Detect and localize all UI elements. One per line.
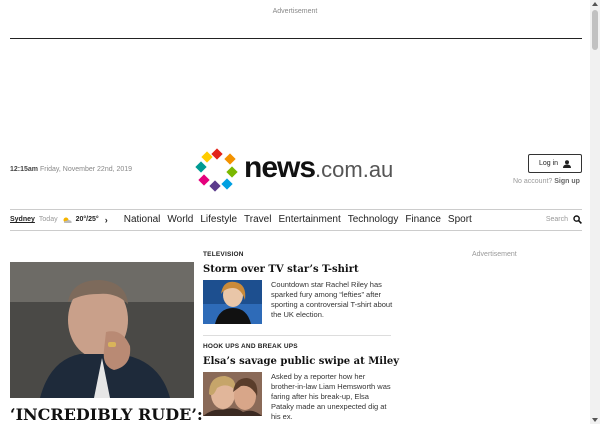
story-title[interactable]: Storm over TV star’s T-shirt: [203, 264, 393, 275]
story-card[interactable]: TELEVISION Storm over TV star’s T-shirt …: [203, 251, 393, 324]
nav-item-finance[interactable]: Finance: [405, 214, 441, 225]
weather-widget[interactable]: Sydney Today 20°/25° ›: [10, 215, 108, 225]
story-kicker[interactable]: HOOK UPS AND BREAK UPS: [203, 343, 393, 350]
side-ad-label: Advertisement: [472, 251, 517, 258]
logo-dots-icon: [195, 148, 238, 192]
current-date: Friday, November 22nd, 2019: [39, 166, 133, 173]
main-nav: Sydney Today 20°/25° › National World Li…: [10, 209, 582, 230]
chevron-right-icon[interactable]: ›: [105, 215, 108, 225]
story-blurb: Countdown star Rachel Riley has sparked …: [271, 280, 393, 319]
ad-divider: [10, 38, 582, 39]
top-ad-label: Advertisement: [272, 8, 318, 15]
signup-link[interactable]: Sign up: [554, 178, 580, 185]
nav-item-national[interactable]: National: [124, 214, 161, 225]
search-icon[interactable]: [573, 215, 582, 224]
current-time: 12:15am: [10, 166, 39, 173]
nav-item-entertainment[interactable]: Entertainment: [278, 214, 340, 225]
nav-item-technology[interactable]: Technology: [348, 214, 399, 225]
weather-city[interactable]: Sydney: [10, 216, 35, 223]
nav-item-travel[interactable]: Travel: [244, 214, 271, 225]
story-photo: [203, 280, 262, 324]
datetime: 12:15am Friday, November 22nd, 2019: [10, 166, 132, 173]
signup-prompt: No account? Sign up: [513, 178, 580, 185]
search-label[interactable]: Search: [546, 216, 568, 223]
no-account-text: No account?: [513, 178, 553, 185]
logo-wordmark: news.com.au: [244, 151, 394, 184]
weather-today: Today: [38, 216, 58, 223]
story-blurb: Asked by a reporter how her brother-in-l…: [271, 372, 391, 421]
story-divider: [203, 335, 391, 336]
nav-item-lifestyle[interactable]: Lifestyle: [200, 214, 237, 225]
story-photo: [203, 372, 262, 416]
scrollbar-thumb[interactable]: [592, 10, 598, 50]
section-links: National World Lifestyle Travel Entertai…: [124, 214, 479, 225]
page-scrollbar[interactable]: [590, 0, 600, 424]
login-label: Log in: [538, 160, 559, 167]
scroll-up-icon[interactable]: [592, 2, 598, 6]
story-kicker[interactable]: TELEVISION: [203, 251, 393, 258]
story-title[interactable]: Elsa’s savage public swipe at Miley: [203, 356, 399, 367]
nav-divider-bottom: [10, 230, 582, 231]
search-control[interactable]: Search: [546, 209, 582, 230]
story-body: Asked by a reporter how her brother-in-l…: [203, 372, 393, 422]
user-icon: [563, 159, 572, 168]
story-thumbnail[interactable]: [203, 280, 262, 324]
weather-temps: 20°/25°: [75, 216, 99, 223]
nav-item-world[interactable]: World: [167, 214, 193, 225]
login-button[interactable]: Log in: [528, 154, 582, 173]
story-card[interactable]: HOOK UPS AND BREAK UPS Elsa’s savage pub…: [203, 343, 399, 422]
hero-image[interactable]: [10, 262, 194, 398]
site-logo[interactable]: news.com.au: [195, 148, 396, 192]
story-thumbnail[interactable]: [203, 372, 262, 416]
partly-cloudy-icon: [63, 217, 72, 223]
story-body: Countdown star Rachel Riley has sparked …: [203, 280, 393, 324]
hero-photo: [10, 262, 194, 398]
hero-headline[interactable]: ‘INCREDIBLY RUDE’:: [10, 405, 203, 424]
scroll-down-icon[interactable]: [592, 418, 598, 422]
nav-item-sport[interactable]: Sport: [448, 214, 472, 225]
